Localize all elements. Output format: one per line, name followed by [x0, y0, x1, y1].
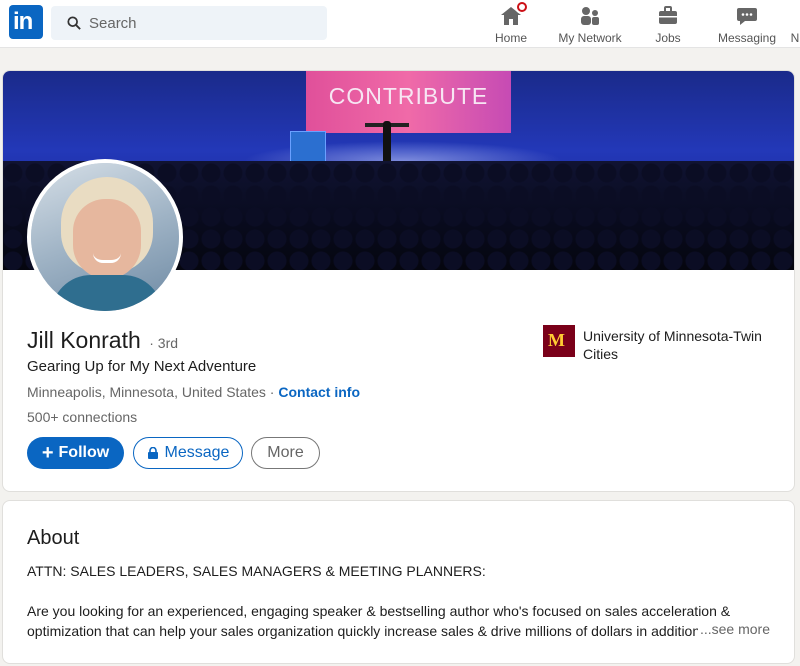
bell-icon [790, 4, 800, 28]
university-logo-text: M [548, 330, 565, 350]
university-name: University of Minnesota-Twin Cities [583, 328, 762, 362]
message-button[interactable]: Message [133, 437, 243, 469]
nav-notifications-label: N [790, 31, 800, 45]
logo-text: in [13, 8, 33, 35]
avatar-face [73, 199, 141, 279]
more-button[interactable]: More [251, 437, 320, 469]
search-input[interactable] [89, 6, 319, 40]
nav-my-network[interactable]: My Network [553, 4, 627, 46]
contact-info-link[interactable]: Contact info [278, 384, 360, 400]
message-label: Message [164, 444, 230, 461]
nav-messaging-label: Messaging [717, 31, 777, 45]
network-icon [578, 4, 602, 28]
nav-messaging[interactable]: Messaging [716, 4, 778, 46]
connection-degree: · 3rd [149, 335, 179, 351]
search-icon [67, 16, 81, 30]
nav-notifications[interactable]: N [790, 4, 800, 46]
profile-location: Minneapolis, Minnesota, United States · [27, 384, 279, 400]
notification-badge [515, 0, 529, 14]
lock-icon [147, 447, 158, 459]
about-intro-line: ATTN: SALES LEADERS, SALES MANAGERS & ME… [27, 563, 486, 579]
profile-avatar[interactable] [27, 159, 183, 315]
follow-label: Follow [58, 444, 110, 461]
top-nav: in Home My Network Jobs Messaging N [0, 0, 800, 48]
see-more-link[interactable]: ...see more [697, 621, 770, 637]
location-row: Minneapolis, Minnesota, United States · … [27, 384, 360, 400]
about-heading: About [27, 527, 80, 549]
university-logo: M [543, 325, 575, 357]
nav-jobs[interactable]: Jobs [648, 4, 688, 46]
chat-icon [735, 4, 759, 28]
profile-card: CONTRIBUTE Jill Konrath · 3rd Gearing Up… [2, 70, 795, 492]
home-icon [499, 0, 529, 28]
profile-headline: Gearing Up for My Next Adventure [27, 358, 257, 375]
linkedin-logo[interactable]: in [9, 5, 43, 39]
nav-home[interactable]: Home [490, 0, 532, 46]
nav-home-label: Home [494, 31, 527, 45]
name-row: Jill Konrath · 3rd [27, 327, 178, 354]
nav-jobs-label: Jobs [655, 31, 681, 45]
search-bar[interactable] [51, 6, 327, 40]
stage-screen-text: CONTRIBUTE [328, 83, 489, 109]
plus-icon: + [41, 442, 54, 464]
connections-count[interactable]: 500+ connections [27, 409, 137, 425]
profile-name: Jill Konrath [27, 327, 141, 353]
nav-my-network-label: My Network [558, 31, 622, 45]
briefcase-icon [656, 4, 680, 28]
about-card: About ATTN: SALES LEADERS, SALES MANAGER… [2, 500, 795, 664]
about-paragraph: Are you looking for an experienced, enga… [27, 603, 731, 639]
follow-button[interactable]: + Follow [27, 437, 124, 469]
more-label: More [267, 444, 304, 461]
